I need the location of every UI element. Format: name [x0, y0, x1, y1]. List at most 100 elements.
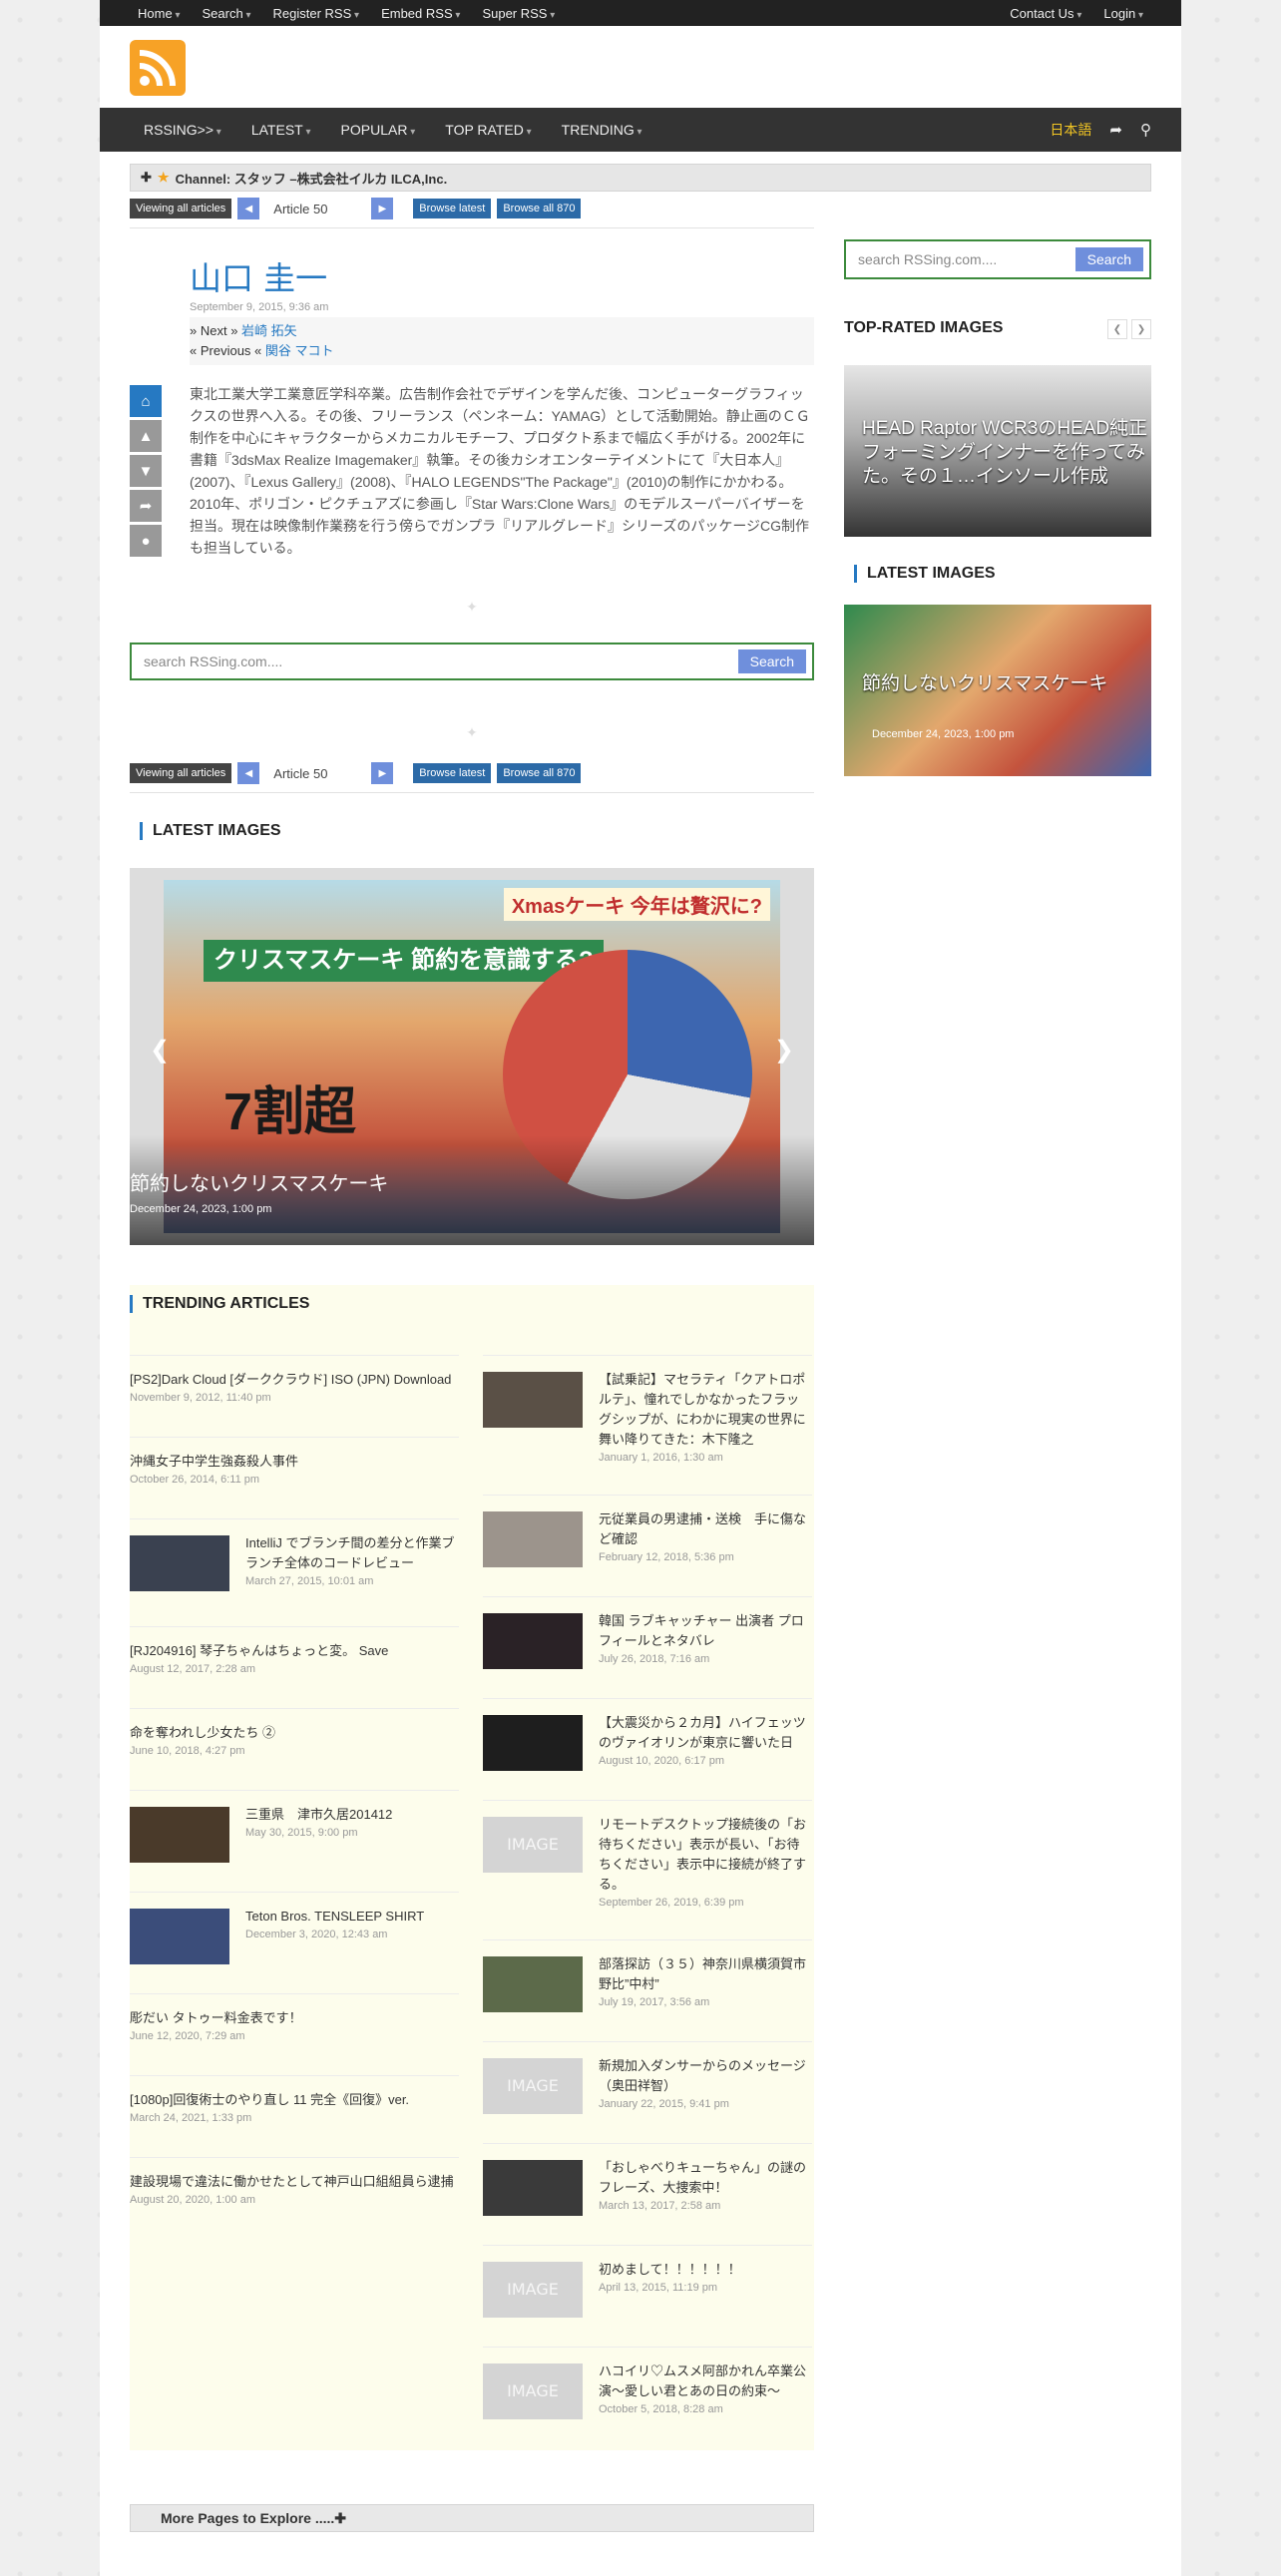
trending-item-title[interactable]: Teton Bros. TENSLEEP SHIRT	[245, 1907, 459, 1927]
browse-all-button[interactable]: Browse all 870	[497, 199, 582, 218]
trending-item-title[interactable]: 初めまして！！！！！！	[599, 2260, 812, 2280]
image-not-available-thumbnail[interactable]: IMAGE	[483, 2058, 583, 2114]
trending-item[interactable]: 韓国 ラブキャッチャー 出演者 プロフィールとネタバレ July 26, 201…	[483, 1596, 812, 1698]
trending-item[interactable]: IntelliJ でブランチ間の差分と作業ブランチ全体のコードレビュー Marc…	[130, 1518, 459, 1626]
trending-item-title[interactable]: 三重県 津市久居201412	[245, 1805, 459, 1825]
trending-item[interactable]: Teton Bros. TENSLEEP SHIRT December 3, 2…	[130, 1892, 459, 1993]
trending-item[interactable]: 沖縄女子中学生強姦殺人事件 October 26, 2014, 6:11 pm	[130, 1437, 459, 1518]
share-icon[interactable]: ➦	[130, 490, 162, 522]
trending-item[interactable]: [1080p]回復術士のやり直し 11 完全《回復》ver. March 24,…	[130, 2075, 459, 2157]
carousel-caption[interactable]: 節約しないクリスマスケーキ	[130, 1167, 388, 1196]
article-select[interactable]: Article 50	[265, 202, 365, 216]
nav-top-rated[interactable]: TOP RATED	[445, 122, 531, 138]
trending-item-title[interactable]: 部落探訪（３５）神奈川県横須賀市野比”中村”	[599, 1954, 812, 1994]
browse-all-button[interactable]: Browse all 870	[497, 763, 582, 783]
carousel-prev-icon[interactable]: ❮	[150, 1036, 170, 1065]
trending-item-title[interactable]: [PS2]Dark Cloud [ダーククラウド] ISO (JPN) Down…	[130, 1370, 459, 1390]
trending-thumbnail[interactable]	[483, 1372, 583, 1428]
trending-item-title[interactable]: リモートデスクトップ接続後の「お待ちください」表示が長い、「お待ちください」表示…	[599, 1815, 812, 1895]
trending-item-title[interactable]: [RJ204916] 琴子ちゃんはちょっと変。 Save	[130, 1641, 459, 1661]
sidebar-search-input[interactable]: search RSSing.com....	[858, 251, 997, 267]
trending-item[interactable]: 「おしゃべりキューちゃん」の謎のフレーズ、大捜索中！ March 13, 201…	[483, 2143, 812, 2245]
trending-item[interactable]: 部落探訪（３５）神奈川県横須賀市野比”中村” July 19, 2017, 3:…	[483, 1939, 812, 2041]
next-article-button[interactable]: ▶	[371, 762, 394, 784]
prev-article-button[interactable]: ◀	[237, 198, 260, 219]
trending-item[interactable]: 【試乗記】マセラティ「クアトロポルテ」、憧れでしかなかったフラッグシップが、にわ…	[483, 1355, 812, 1495]
trending-item-title[interactable]: 【大震災から２カ月】ハイフェッツのヴァイオリンが東京に響いた日	[599, 1713, 812, 1753]
trending-item[interactable]: 三重県 津市久居201412 May 30, 2015, 9:00 pm	[130, 1790, 459, 1892]
trending-item-title[interactable]: 彫だい タトゥー料金表です！	[130, 2008, 459, 2028]
trending-item-title[interactable]: 「おしゃべりキューちゃん」の謎のフレーズ、大捜索中！	[599, 2158, 812, 2198]
nav-popular[interactable]: POPULAR	[341, 122, 416, 138]
topbar-embed-rss[interactable]: Embed RSS	[381, 6, 460, 21]
trending-item-title[interactable]: 建設現場で違法に働かせたとして神戸山口組組員ら逮捕	[130, 2172, 459, 2192]
trending-thumbnail[interactable]	[483, 2160, 583, 2216]
share-icon[interactable]: ➦	[1109, 121, 1122, 139]
topbar-super-rss[interactable]: Super RSS	[482, 6, 555, 21]
more-pages-bar[interactable]: More Pages to Explore .....✚	[130, 2504, 814, 2532]
trending-item-title[interactable]: ハコイリ♡ムスメ阿部かれん卒業公演〜愛しい君とあの日の約束〜	[599, 2361, 812, 2401]
topbar-contact-us[interactable]: Contact Us	[1010, 6, 1081, 21]
topbar-login[interactable]: Login	[1103, 6, 1143, 21]
trending-thumbnail[interactable]	[483, 1956, 583, 2012]
prev-article-button[interactable]: ◀	[237, 762, 260, 784]
trending-thumbnail[interactable]	[483, 1613, 583, 1669]
trending-item[interactable]: IMAGE リモートデスクトップ接続後の「お待ちください」表示が長い、「お待ちく…	[483, 1800, 812, 1939]
thumbs-up-icon[interactable]: ▲	[130, 420, 162, 452]
sidebar-latest-image[interactable]: 節約しないクリスマスケーキ December 24, 2023, 1:00 pm	[844, 605, 1151, 776]
trending-item[interactable]: 命を奪われし少女たち ② June 10, 2018, 4:27 pm	[130, 1708, 459, 1790]
next-article-link[interactable]: 岩崎 拓矢	[241, 323, 297, 338]
user-icon[interactable]: ●	[130, 525, 162, 557]
trending-item-title[interactable]: 新規加入ダンサーからのメッセージ（奥田祥智）	[599, 2056, 812, 2096]
nav-trending[interactable]: TRENDING	[562, 122, 642, 138]
next-article-button[interactable]: ▶	[371, 198, 394, 219]
top-rated-next-icon[interactable]: ❯	[1131, 319, 1151, 339]
nav-latest[interactable]: LATEST	[251, 122, 311, 138]
article-select[interactable]: Article 50	[265, 766, 365, 781]
top-rated-prev-icon[interactable]: ❮	[1107, 319, 1127, 339]
trending-thumbnail[interactable]	[130, 1807, 229, 1863]
image-not-available-thumbnail[interactable]: IMAGE	[483, 2262, 583, 2318]
trending-thumbnail[interactable]	[130, 1909, 229, 1964]
trending-item[interactable]: 建設現場で違法に働かせたとして神戸山口組組員ら逮捕 August 20, 202…	[130, 2157, 459, 2239]
language-link[interactable]: 日本語	[1050, 120, 1091, 140]
rss-logo-icon[interactable]	[130, 40, 186, 96]
top-rated-caption[interactable]: HEAD Raptor WCR3のHEAD純正フォーミングインナーを作ってみた。…	[862, 417, 1151, 489]
trending-item-title[interactable]: IntelliJ でブランチ間の差分と作業ブランチ全体のコードレビュー	[245, 1533, 459, 1573]
image-not-available-thumbnail[interactable]: IMAGE	[483, 1817, 583, 1873]
trending-item-title[interactable]: 沖縄女子中学生強姦殺人事件	[130, 1452, 459, 1472]
trending-item[interactable]: 【大震災から２カ月】ハイフェッツのヴァイオリンが東京に響いた日 August 1…	[483, 1698, 812, 1800]
trending-item[interactable]: [RJ204916] 琴子ちゃんはちょっと変。 Save August 12, …	[130, 1626, 459, 1708]
trending-thumbnail[interactable]	[130, 1535, 229, 1591]
thumbs-down-icon[interactable]: ▼	[130, 455, 162, 487]
trending-thumbnail[interactable]	[483, 1511, 583, 1567]
home-icon[interactable]: ⌂	[130, 385, 162, 417]
trending-item-title[interactable]: 元従業員の男逮捕・送検 手に傷など確認	[599, 1509, 812, 1549]
trending-item[interactable]: IMAGE ハコイリ♡ムスメ阿部かれん卒業公演〜愛しい君とあの日の約束〜 Oct…	[483, 2347, 812, 2448]
trending-item[interactable]: 元従業員の男逮捕・送検 手に傷など確認 February 12, 2018, 5…	[483, 1495, 812, 1596]
trending-item-title[interactable]: 命を奪われし少女たち ②	[130, 1723, 459, 1743]
trending-item[interactable]: IMAGE 新規加入ダンサーからのメッセージ（奥田祥智） January 22,…	[483, 2041, 812, 2143]
trending-item-title[interactable]: [1080p]回復術士のやり直し 11 完全《回復》ver.	[130, 2090, 459, 2110]
carousel-next-icon[interactable]: ❯	[774, 1036, 794, 1065]
article-title[interactable]: 山口 圭一	[190, 253, 327, 299]
browse-latest-button[interactable]: Browse latest	[413, 763, 492, 783]
search-icon[interactable]: ⚲	[1140, 121, 1151, 139]
trending-item[interactable]: 彫だい タトゥー料金表です！ June 12, 2020, 7:29 am	[130, 1993, 459, 2075]
nav-rssing[interactable]: RSSING>>	[144, 122, 221, 138]
topbar-register-rss[interactable]: Register RSS	[273, 6, 360, 21]
sidebar-search-button[interactable]: Search	[1074, 247, 1143, 271]
sidebar-latest-caption[interactable]: 節約しないクリスマスケーキ	[862, 672, 1107, 696]
trending-item[interactable]: [PS2]Dark Cloud [ダーククラウド] ISO (JPN) Down…	[130, 1355, 459, 1437]
topbar-home[interactable]: Home	[138, 6, 181, 21]
trending-item-title[interactable]: 韓国 ラブキャッチャー 出演者 プロフィールとネタバレ	[599, 1611, 812, 1651]
previous-article-link[interactable]: 関谷 マコト	[265, 343, 334, 358]
channel-bar[interactable]: ✚ ★ Channel: スタッフ –株式会社イルカ ILCA,Inc.	[130, 164, 1151, 192]
top-rated-image[interactable]: HEAD Raptor WCR3のHEAD純正フォーミングインナーを作ってみた。…	[844, 365, 1151, 537]
search-input[interactable]: search RSSing.com....	[144, 653, 282, 669]
search-button[interactable]: Search	[737, 649, 806, 673]
image-not-available-thumbnail[interactable]: IMAGE	[483, 2363, 583, 2419]
topbar-search[interactable]: Search	[203, 6, 251, 21]
trending-thumbnail[interactable]	[483, 1715, 583, 1771]
browse-latest-button[interactable]: Browse latest	[413, 199, 492, 218]
